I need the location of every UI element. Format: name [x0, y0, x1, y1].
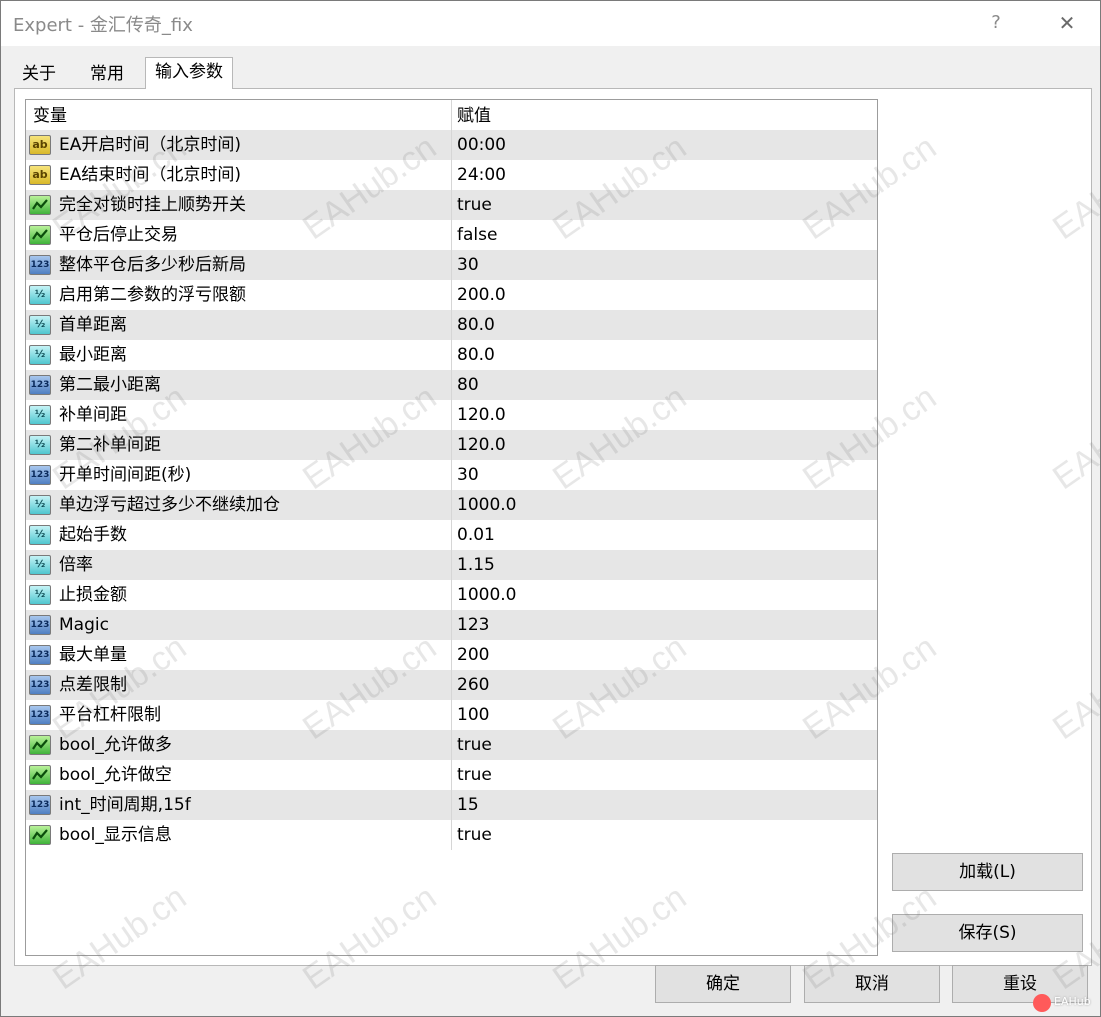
parameter-name: 止损金额: [59, 585, 127, 605]
integer-123-icon: 123: [29, 795, 51, 815]
parameter-name: 启用第二参数的浮亏限额: [59, 285, 246, 305]
parameter-name: 整体平仓后多少秒后新局: [59, 255, 246, 275]
parameter-name: 完全对锁时挂上顺势开关: [59, 195, 246, 215]
parameter-value[interactable]: 100: [457, 700, 489, 730]
parameter-value[interactable]: 24:00: [457, 160, 506, 190]
parameter-name: 第二最小距离: [59, 375, 161, 395]
integer-123-icon: 123: [29, 615, 51, 635]
parameter-name: 起始手数: [59, 525, 127, 545]
string-ab-icon: ab: [29, 165, 51, 185]
parameter-value[interactable]: true: [457, 760, 492, 790]
parameter-value[interactable]: 00:00: [457, 130, 506, 160]
integer-123-icon: 123: [29, 375, 51, 395]
parameter-name: 平台杠杆限制: [59, 705, 161, 725]
integer-123-icon: 123: [29, 705, 51, 725]
bool-icon: [29, 735, 51, 755]
save-button[interactable]: 保存(S): [892, 914, 1083, 952]
integer-123-icon: 123: [29, 465, 51, 485]
bool-icon: [29, 825, 51, 845]
integer-123-icon: 123: [29, 675, 51, 695]
integer-123-icon: 123: [29, 645, 51, 665]
double-half-icon: ½: [29, 435, 51, 455]
parameter-name: 开单时间间距(秒): [59, 465, 192, 485]
column-divider[interactable]: [451, 100, 452, 850]
parameter-name: bool_允许做空: [59, 765, 172, 785]
parameter-name: bool_允许做多: [59, 735, 172, 755]
bool-icon: [29, 225, 51, 245]
parameter-value[interactable]: 260: [457, 670, 489, 700]
parameter-value[interactable]: 0.01: [457, 520, 495, 550]
double-half-icon: ½: [29, 585, 51, 605]
corner-logo: EAHub: [1033, 993, 1099, 1013]
corner-logo-text: EAHub: [1054, 995, 1091, 1008]
tab-about[interactable]: 关于: [14, 60, 64, 88]
parameter-value[interactable]: true: [457, 190, 492, 220]
parameter-name: 首单距离: [59, 315, 127, 335]
parameter-value[interactable]: 123: [457, 610, 489, 640]
tab-inputs[interactable]: 输入参数: [145, 57, 233, 89]
column-header-value[interactable]: 赋值: [457, 100, 491, 130]
parameter-value[interactable]: true: [457, 730, 492, 760]
double-half-icon: ½: [29, 525, 51, 545]
parameter-value[interactable]: 120.0: [457, 430, 506, 460]
bool-icon: [29, 195, 51, 215]
parameter-value[interactable]: 120.0: [457, 400, 506, 430]
title-bar: Expert - 金汇传奇_fix ? ✕: [1, 1, 1100, 46]
bool-icon: [29, 765, 51, 785]
parameter-value[interactable]: 200: [457, 640, 489, 670]
double-half-icon: ½: [29, 495, 51, 515]
parameter-name: Magic: [59, 615, 109, 635]
parameter-value[interactable]: 1000.0: [457, 580, 516, 610]
parameter-name: bool_显示信息: [59, 825, 172, 845]
parameter-value[interactable]: 1.15: [457, 550, 495, 580]
parameter-name: 第二补单间距: [59, 435, 161, 455]
parameter-name: 点差限制: [59, 675, 127, 695]
parameter-value[interactable]: 15: [457, 790, 479, 820]
parameter-value[interactable]: 30: [457, 250, 479, 280]
parameter-name: EA开启时间（北京时间): [59, 135, 242, 155]
expert-dialog: Expert - 金汇传奇_fix ? ✕ 关于 常用 输入参数 变量 赋值 a…: [0, 0, 1101, 1017]
parameter-value[interactable]: 30: [457, 460, 479, 490]
parameter-grid: 变量 赋值 ab EA开启时间（北京时间) 00:00 ab EA结束时间（北京时间) 2…: [25, 99, 878, 956]
parameter-value[interactable]: true: [457, 820, 492, 850]
parameter-name: EA结束时间（北京时间): [59, 165, 242, 185]
parameter-name: 最小距离: [59, 345, 127, 365]
parameter-name: 补单间距: [59, 405, 127, 425]
double-half-icon: ½: [29, 315, 51, 335]
string-ab-icon: ab: [29, 135, 51, 155]
double-half-icon: ½: [29, 555, 51, 575]
parameter-name: 最大单量: [59, 645, 127, 665]
parameter-name: 倍率: [59, 555, 93, 575]
tab-common[interactable]: 常用: [79, 60, 135, 88]
parameter-value[interactable]: 80.0: [457, 310, 495, 340]
parameter-name: 单边浮亏超过多少不继续加仓: [59, 495, 280, 515]
parameter-value[interactable]: 1000.0: [457, 490, 516, 520]
close-button[interactable]: ✕: [1049, 9, 1085, 39]
load-button[interactable]: 加载(L): [892, 853, 1083, 891]
double-half-icon: ½: [29, 405, 51, 425]
double-half-icon: ½: [29, 285, 51, 305]
column-header-variable[interactable]: 变量: [33, 100, 67, 130]
help-button[interactable]: ?: [981, 9, 1011, 39]
cancel-button[interactable]: 取消: [804, 965, 940, 1003]
parameter-value[interactable]: 80.0: [457, 340, 495, 370]
parameter-name: 平仓后停止交易: [59, 225, 178, 245]
parameter-value[interactable]: 200.0: [457, 280, 506, 310]
logo-mark-icon: [1033, 994, 1051, 1012]
parameter-name: int_时间周期,15f: [59, 795, 191, 815]
double-half-icon: ½: [29, 345, 51, 365]
window-title: Expert - 金汇传奇_fix: [13, 15, 193, 36]
parameter-value[interactable]: false: [457, 220, 497, 250]
ok-button[interactable]: 确定: [655, 965, 791, 1003]
integer-123-icon: 123: [29, 255, 51, 275]
parameter-value[interactable]: 80: [457, 370, 479, 400]
